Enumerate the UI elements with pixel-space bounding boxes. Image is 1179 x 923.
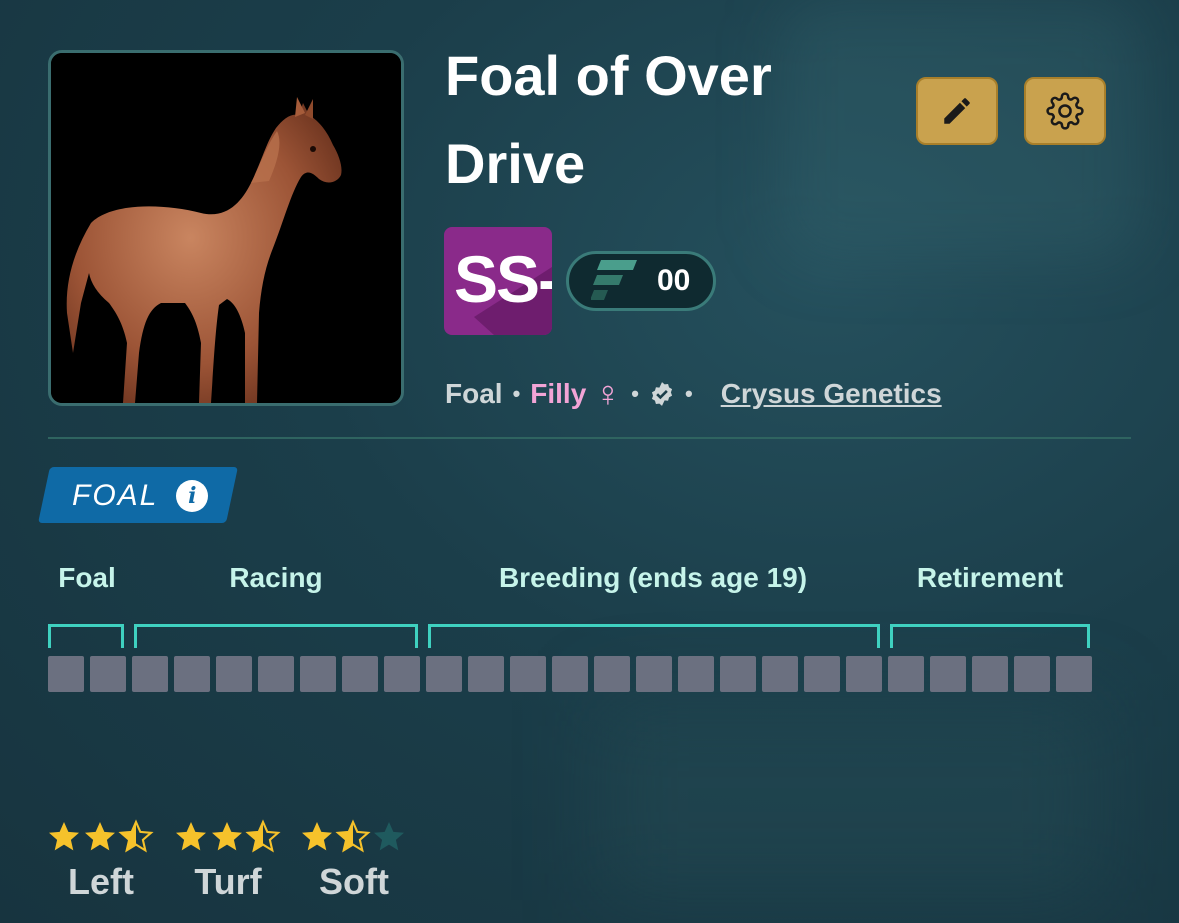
age-stage: Foal <box>445 378 503 409</box>
phase-bracket <box>48 624 124 648</box>
preference-label: Turf <box>194 861 262 902</box>
preference-turf: Turf <box>173 818 283 903</box>
age-cell <box>636 656 672 692</box>
gear-icon <box>1046 92 1084 130</box>
token-logo-icon <box>591 260 637 300</box>
horse-meta: Foal • Filly ♀ • • Crysus Genetics <box>445 373 942 414</box>
horse-portrait <box>48 50 404 406</box>
age-cell <box>594 656 630 692</box>
age-cell <box>846 656 882 692</box>
preference-label: Left <box>68 861 134 902</box>
age-cell <box>216 656 252 692</box>
gender: Filly <box>530 378 587 409</box>
star-full-icon <box>49 822 79 851</box>
horse-image <box>51 53 401 403</box>
star-half-icon <box>335 819 371 853</box>
star-empty-icon <box>374 822 404 851</box>
preference-label: Soft <box>319 861 389 902</box>
star-full-icon <box>176 822 206 851</box>
edit-button[interactable] <box>916 77 998 145</box>
age-cell <box>510 656 546 692</box>
age-cell <box>384 656 420 692</box>
age-cell <box>426 656 462 692</box>
age-cell <box>972 656 1008 692</box>
separator: • <box>512 381 521 406</box>
token-counter[interactable]: 00 <box>566 251 716 311</box>
pencil-icon <box>944 98 970 124</box>
phase-bracket <box>890 624 1090 648</box>
phase-label: Foal <box>58 562 116 593</box>
age-cell <box>132 656 168 692</box>
stage-badge-label: FOAL <box>72 479 159 512</box>
preference-left: Left <box>46 818 156 903</box>
star-rating <box>49 819 154 853</box>
phase-bracket <box>134 624 418 648</box>
breeder-link[interactable]: Crysus Genetics <box>721 378 942 410</box>
age-cell <box>468 656 504 692</box>
separator: • <box>631 381 639 406</box>
phase-label: Retirement <box>916 562 1064 593</box>
background-blur <box>600 700 1100 900</box>
star-full-icon <box>85 822 115 851</box>
divider <box>48 437 1131 439</box>
verified-badge-icon <box>651 382 673 406</box>
age-cell <box>342 656 378 692</box>
age-cell <box>804 656 840 692</box>
age-cell <box>90 656 126 692</box>
star-rating <box>302 819 404 853</box>
age-cell <box>300 656 336 692</box>
horse-name: Foal of Over Drive <box>445 44 772 195</box>
star-full-icon <box>212 822 242 851</box>
info-icon[interactable]: i <box>176 480 209 512</box>
age-cell <box>1056 656 1092 692</box>
star-rating <box>176 819 281 853</box>
grade-badge: SS- <box>444 227 552 335</box>
phase-label: Breeding (ends age 19) <box>498 562 808 593</box>
phase-label: Racing <box>229 562 323 593</box>
separator: • <box>684 381 693 406</box>
star-half-icon <box>245 819 281 853</box>
age-cell <box>888 656 924 692</box>
phase-bracket <box>428 624 880 648</box>
grade-text: SS- <box>454 242 552 316</box>
preference-soft: Soft <box>299 818 409 903</box>
age-cell <box>48 656 84 692</box>
token-count: 00 <box>657 264 691 297</box>
age-cell <box>762 656 798 692</box>
female-icon: ♀ <box>594 373 622 414</box>
age-cell <box>258 656 294 692</box>
age-cell <box>1014 656 1050 692</box>
star-full-icon <box>302 822 332 851</box>
age-cell <box>720 656 756 692</box>
age-cell <box>174 656 210 692</box>
stage-badge-content[interactable]: FOAL i <box>72 475 209 517</box>
age-cell <box>930 656 966 692</box>
settings-button[interactable] <box>1024 77 1106 145</box>
age-cell <box>552 656 588 692</box>
star-half-icon <box>118 819 154 853</box>
age-cell <box>678 656 714 692</box>
